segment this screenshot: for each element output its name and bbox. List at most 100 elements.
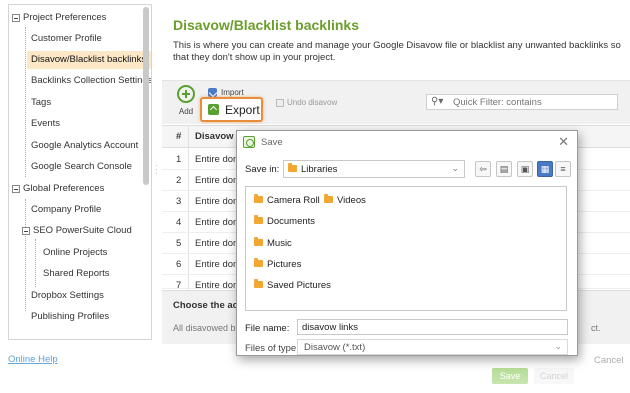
- checkbox-icon: [276, 98, 284, 107]
- group-label: Global Preferences: [23, 183, 105, 194]
- search-icon: ⚲▾: [431, 96, 444, 107]
- save-in-dropdown[interactable]: Libraries ⌄: [283, 160, 465, 178]
- export-button[interactable]: Export: [200, 97, 263, 122]
- dialog-title: Save: [261, 137, 283, 148]
- folder-item-pictures[interactable]: Pictures: [254, 257, 302, 270]
- sidebar-item-company-profile[interactable]: Company Profile: [31, 201, 151, 219]
- column-header-number[interactable]: #: [176, 131, 181, 142]
- row-cell: Entire dom: [195, 196, 241, 207]
- save-in-value: Libraries: [301, 164, 338, 175]
- save-button[interactable]: Save: [492, 368, 528, 384]
- folder-icon: [288, 163, 297, 172]
- sidebar-item-label: Disavow/Blacklist backlinks: [31, 54, 147, 65]
- tree-group-project-preferences[interactable]: Project Preferences: [9, 9, 151, 27]
- collapse-icon[interactable]: [12, 14, 20, 22]
- sidebar-item-online-projects[interactable]: Online Projects: [43, 244, 151, 262]
- sidebar-item-customer-profile[interactable]: Customer Profile: [31, 30, 151, 48]
- tree-group-seo-powersuite-cloud[interactable]: SEO PowerSuite Cloud: [19, 222, 151, 240]
- sidebar-item-label: Customer Profile: [31, 33, 102, 44]
- folder-item-videos[interactable]: Videos: [324, 193, 366, 206]
- online-help-link[interactable]: Online Help: [8, 354, 58, 365]
- tree-line: [25, 27, 26, 177]
- sidebar-item-events[interactable]: Events: [31, 115, 151, 133]
- sidebar-item-google-search-console[interactable]: Google Search Console: [31, 158, 151, 176]
- add-label: Add: [178, 107, 194, 116]
- save-in-label: Save in:: [245, 164, 280, 175]
- group-label: SEO PowerSuite Cloud: [33, 225, 132, 236]
- cancel-button[interactable]: Cancel: [534, 368, 574, 384]
- file-type-value: Disavow (*.txt): [304, 342, 366, 353]
- preferences-cancel-button[interactable]: Cancel: [594, 355, 624, 366]
- page-description: This is where you can create and manage …: [173, 40, 621, 63]
- file-name-label: File name:: [245, 323, 290, 334]
- row-number: 4: [176, 217, 182, 228]
- folder-item-documents[interactable]: Documents: [254, 214, 316, 227]
- desktop-icon: ▤: [499, 164, 509, 174]
- save-dialog: Save ✕ Save in: Libraries ⌄ ⇦ ▤ ▣ ▦ ≡ Ca…: [236, 130, 578, 356]
- folder-item-music[interactable]: Music: [254, 236, 292, 249]
- quick-filter[interactable]: ⚲▾: [426, 94, 618, 110]
- quick-filter-input[interactable]: [453, 96, 613, 108]
- choose-action-title: Choose the acti: [173, 300, 244, 311]
- preferences-sidebar: Project Preferences Customer Profile Dis…: [8, 4, 152, 340]
- new-folder-button[interactable]: ▣: [517, 161, 533, 177]
- dialog-titlebar[interactable]: Save ✕: [237, 131, 577, 155]
- folder-icon: [254, 278, 263, 288]
- file-type-dropdown[interactable]: Disavow (*.txt) ⌄: [297, 339, 568, 355]
- folder-icon: [254, 193, 263, 203]
- arrow-left-icon: ⇦: [479, 164, 487, 174]
- app-icon: [243, 136, 255, 148]
- sidebar-item-shared-reports[interactable]: Shared Reports: [43, 265, 151, 283]
- row-cell: Entire dom: [195, 175, 241, 186]
- sidebar-item-label: Publishing Profiles: [31, 311, 110, 322]
- grid-view-icon: ▦: [540, 164, 550, 174]
- folder-item-camera-roll[interactable]: Camera Roll: [254, 193, 320, 206]
- sidebar-item-label: Company Profile: [31, 204, 102, 215]
- row-number: 1: [176, 154, 182, 165]
- row-number: 3: [176, 196, 182, 207]
- row-number: 5: [176, 238, 182, 249]
- sidebar-item-label: Events: [31, 118, 61, 129]
- undo-label: Undo disavow: [287, 98, 338, 107]
- tree-group-global-preferences[interactable]: Global Preferences: [9, 180, 151, 198]
- collapse-icon[interactable]: [12, 185, 20, 193]
- row-cell: Entire dom: [195, 259, 241, 270]
- row-number: 2: [176, 175, 182, 186]
- page-title: Disavow/Blacklist backlinks: [173, 17, 359, 33]
- undo-disavow-button[interactable]: Undo disavow: [276, 98, 337, 107]
- folder-label: Documents: [267, 216, 316, 227]
- row-cell: Entire dom: [195, 217, 241, 228]
- group-label: Project Preferences: [23, 12, 107, 23]
- new-folder-icon: ▣: [520, 164, 530, 174]
- splitter-handle[interactable]: · · ·: [155, 162, 158, 178]
- tree-line: [35, 239, 36, 287]
- list-view-button[interactable]: ▦: [537, 161, 553, 177]
- details-view-button[interactable]: ≡: [555, 161, 571, 177]
- import-label: Import: [221, 88, 244, 97]
- toolbar: Add Import Export Undo disavow ⚲▾: [162, 80, 630, 124]
- list-view-icon: ≡: [560, 164, 566, 174]
- sidebar-item-dropbox-settings[interactable]: Dropbox Settings: [31, 287, 151, 305]
- row-cell: Entire dom: [195, 280, 241, 289]
- folder-icon: [254, 214, 263, 224]
- back-button[interactable]: ⇦: [475, 161, 491, 177]
- file-name-input[interactable]: [297, 319, 568, 335]
- folder-label: Pictures: [267, 259, 302, 270]
- chevron-down-icon: ⌄: [451, 163, 459, 173]
- sidebar-item-tags[interactable]: Tags: [31, 94, 151, 112]
- folder-item-saved-pictures[interactable]: Saved Pictures: [254, 278, 331, 291]
- collapse-icon[interactable]: [22, 227, 30, 235]
- tree-line: [25, 199, 26, 311]
- close-icon[interactable]: ✕: [558, 134, 569, 150]
- sidebar-scrollbar[interactable]: [143, 7, 149, 185]
- folder-label: Videos: [337, 195, 366, 206]
- sidebar-item-label: Shared Reports: [43, 268, 110, 279]
- desktop-button[interactable]: ▤: [496, 161, 512, 177]
- add-button[interactable]: Add: [174, 85, 198, 116]
- sidebar-item-backlinks-collection[interactable]: Backlinks Collection Settings: [31, 72, 151, 90]
- sidebar-item-publishing-profiles[interactable]: Publishing Profiles: [31, 308, 151, 326]
- sidebar-item-google-analytics[interactable]: Google Analytics Account: [31, 137, 151, 155]
- sidebar-item-label: Backlinks Collection Settings: [31, 75, 151, 86]
- sidebar-item-disavow-blacklist[interactable]: Disavow/Blacklist backlinks: [27, 51, 151, 69]
- import-button[interactable]: Import: [208, 88, 244, 98]
